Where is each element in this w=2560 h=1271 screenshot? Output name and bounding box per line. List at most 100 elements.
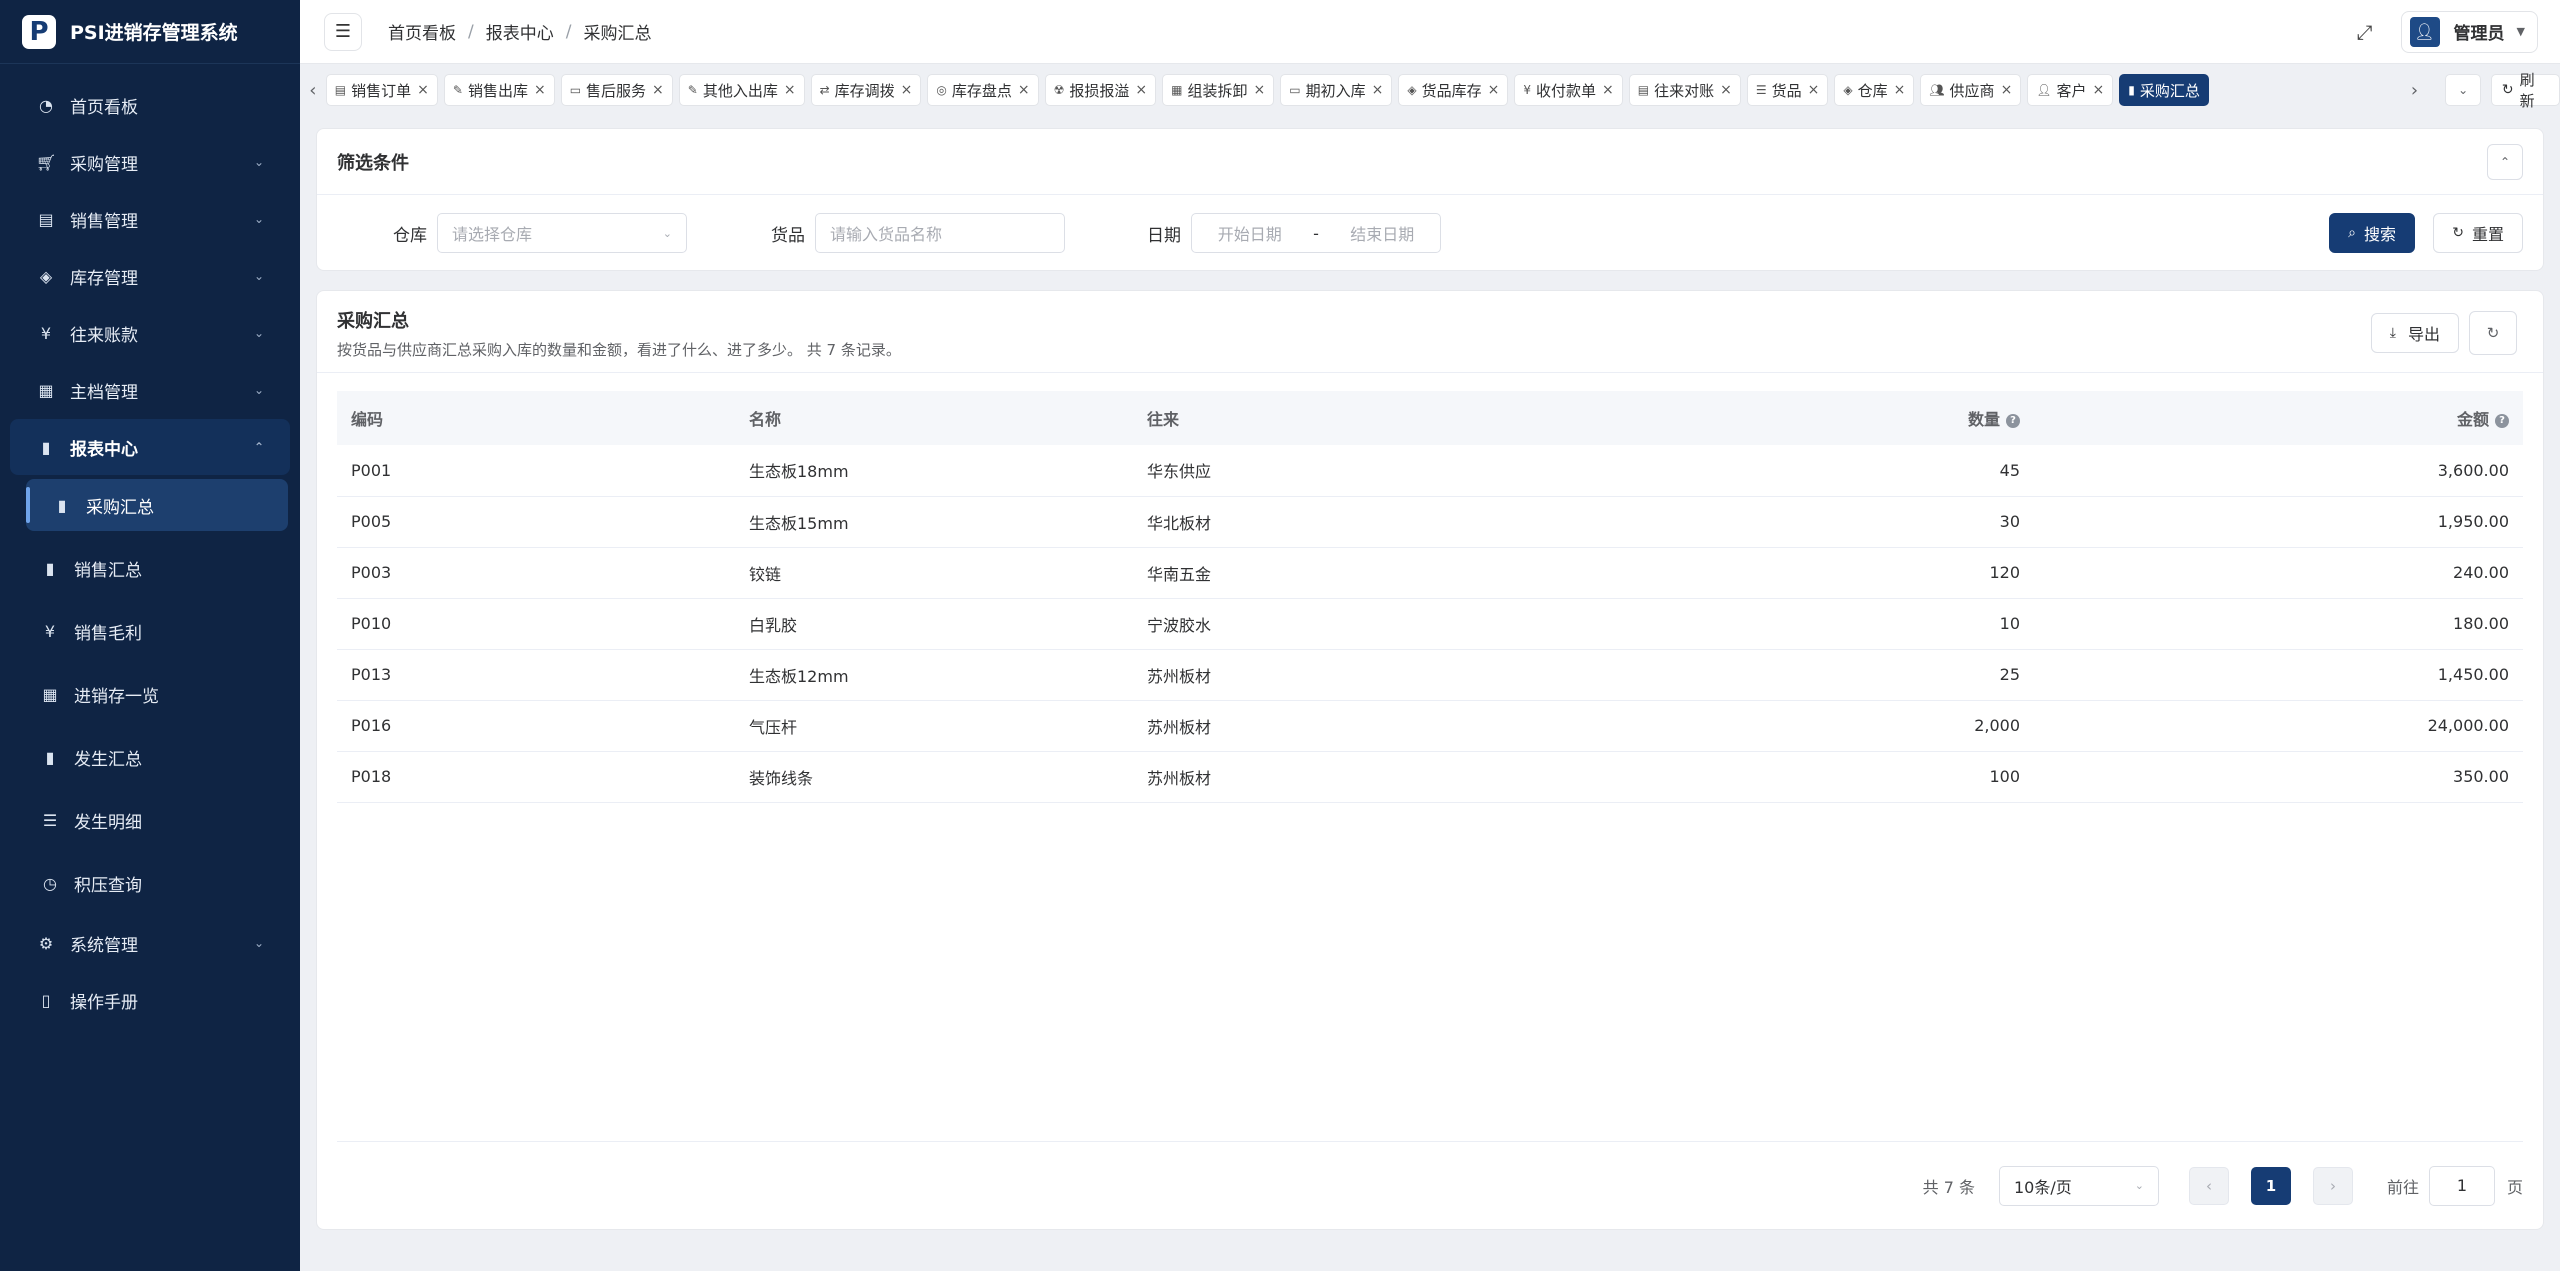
help-icon[interactable]: ? [2495,413,2509,428]
column-header-quantity[interactable]: 数量? [1531,391,2034,445]
close-icon[interactable]: × [1720,82,1732,98]
tab-8[interactable]: ▦ 组装拆卸 × [1162,74,1275,106]
cell-quantity: 120 [1989,563,2020,582]
sidebar-item-master[interactable]: ▦ 主档管理 ⌄ [10,362,290,418]
date-label: 日期 [1147,225,1181,246]
tab-16[interactable]: 👤︎ 客户 × [2027,74,2114,106]
goods-input[interactable]: 请输入货品名称 [815,213,1065,253]
sidebar-item-dashboard[interactable]: ◔ 首页看板 [10,77,290,133]
sidebar-item-manual[interactable]: ▯ 操作手册 [10,972,290,1028]
table-row[interactable]: P005 生态板15mm 华北板材 30 1,950.00 [337,496,2523,547]
fullscreen-icon[interactable]: ⤢ [2357,20,2373,44]
date-range-picker[interactable]: 开始日期 - 结束日期 [1191,213,1441,253]
tab-15[interactable]: 👥︎ 供应商 × [1920,74,2022,106]
breadcrumb-item-reports[interactable]: 报表中心 [486,19,554,44]
user-menu[interactable]: 👤︎ 管理员 ▼ [2400,10,2538,53]
close-icon[interactable]: × [1018,82,1030,98]
close-icon[interactable]: × [784,82,796,98]
table-row[interactable]: P003 铰链 华南五金 120 240.00 [337,547,2523,598]
warehouse-placeholder: 请选择仓库 [452,225,533,244]
tab-14[interactable]: ◈ 仓库 × [1834,74,1915,106]
column-header-partner[interactable]: 往来 [1133,391,1531,445]
table-row[interactable]: P013 生态板12mm 苏州板材 25 1,450.00 [337,649,2523,700]
export-button[interactable]: ⤓ 导出 [2370,313,2459,353]
close-icon[interactable]: × [1135,82,1147,98]
close-icon[interactable]: × [417,82,429,98]
tab-5[interactable]: ⇄ 库存调拨 × [810,74,922,106]
sidebar-item-inventory[interactable]: ◈ 库存管理 ⌄ [10,248,290,304]
close-icon[interactable]: × [534,82,546,98]
sidebar-item-sales[interactable]: ▤ 销售管理 ⌄ [10,191,290,247]
warehouse-select[interactable]: 请选择仓库 ⌄ [437,213,687,253]
tab-10[interactable]: ◈ 货品库存 × [1398,74,1509,106]
close-icon[interactable]: × [2093,82,2105,98]
app-logo[interactable]: P PSI进销存管理系统 [0,0,300,64]
dashboard-icon: ◔ [39,95,53,115]
tab-9[interactable]: ▭ 期初入库 × [1280,74,1393,106]
filter-collapse-button[interactable]: ⌃ [2487,143,2523,180]
tab-3[interactable]: ▭ 售后服务 × [560,74,673,106]
column-header-amount[interactable]: 金额? [2034,391,2523,445]
prev-page-button[interactable]: ‹ [2188,1166,2229,1205]
tab-2[interactable]: ✎ 销售出库 × [443,74,555,106]
tab-12[interactable]: ▤ 往来对账 × [1628,74,1741,106]
column-header-code[interactable]: 编码 [337,391,735,445]
tab-1[interactable]: ▤ 销售订单 × [325,74,438,106]
cell-code: P001 [351,460,392,480]
page-number-button[interactable]: 1 [2250,1166,2291,1205]
close-icon[interactable]: × [901,82,913,98]
clock-icon: ◷ [43,873,57,893]
bar-chart-icon: ▮ [45,558,55,578]
tabs-next-button[interactable]: › [2402,74,2428,106]
table-row[interactable]: P001 生态板18mm 华东供应 45 3,600.00 [337,445,2523,496]
next-page-button[interactable]: › [2312,1166,2353,1205]
close-icon[interactable]: × [2001,82,2013,98]
tab-label: 销售出库 [467,81,528,100]
table-row[interactable]: P010 白乳胶 宁波胶水 10 180.00 [337,598,2523,649]
page-size-select[interactable]: 10条/页 ⌄ [1998,1165,2159,1206]
cell-amount: 24,000.00 [2427,716,2509,735]
close-icon[interactable]: × [1602,82,1614,98]
tab-4[interactable]: ✎ 其他入出库 × [678,74,805,106]
sidebar-item-accounts[interactable]: ¥ 往来账款 ⌄ [10,305,290,361]
close-icon[interactable]: × [652,82,664,98]
sidebar-item-purchase[interactable]: 🛒︎ 采购管理 ⌄ [10,134,290,190]
sidebar-item-reports[interactable]: ▮ 报表中心 ⌃ [10,419,290,475]
tab-17[interactable]: ▮ 采购汇总 [2119,74,2209,106]
tab-11[interactable]: ¥ 收付款单 × [1514,74,1623,106]
sidebar-item-stock-overview[interactable]: ▦ 进销存一览 [10,663,290,725]
sidebar-item-occurrence-detail[interactable]: ☰ 发生明细 [10,789,290,851]
tabs-refresh-button[interactable]: ↻ 刷新 [2490,71,2560,110]
tabs-prev-button[interactable]: ‹ [300,74,326,106]
tab-6[interactable]: ◎ 库存盘点 × [927,74,1039,106]
cell-name: 白乳胶 [749,615,798,635]
sidebar-item-label: 库存管理 [70,268,138,289]
sidebar-item-occurrence-summary[interactable]: ▮ 发生汇总 [10,726,290,788]
close-icon[interactable]: × [1488,82,1500,98]
close-icon[interactable]: × [1372,82,1384,98]
sidebar-toggle-button[interactable]: ☰ [324,12,362,51]
sidebar-item-backlog-query[interactable]: ◷ 积压查询 [10,852,290,914]
report-actions: ⤓ 导出 ↻ [2370,311,2517,355]
help-icon[interactable]: ? [2006,413,2020,428]
close-icon[interactable]: × [1254,82,1266,98]
sidebar-item-gross-profit[interactable]: ¥ 销售毛利 [10,600,290,662]
sidebar-item-sales-summary[interactable]: ▮ 销售汇总 [10,537,290,599]
reset-button[interactable]: ↻ 重置 [2433,213,2523,253]
close-icon[interactable]: × [1894,82,1906,98]
tab-icon: ◈ [1407,83,1417,97]
table-row[interactable]: P018 装饰线条 苏州板材 100 350.00 [337,751,2523,802]
tab-7[interactable]: ☢ 报损报溢 × [1044,74,1157,106]
sidebar-item-purchase-summary[interactable]: ▮ 采购汇总 [26,479,288,531]
sidebar-item-system[interactable]: ⚙ 系统管理 ⌄ [10,915,290,971]
table-refresh-button[interactable]: ↻ [2469,311,2517,355]
search-button[interactable]: ⌕ 搜索 [2329,213,2415,253]
tab-13[interactable]: ☰ 货品 × [1746,74,1829,106]
column-header-name[interactable]: 名称 [735,391,1133,445]
cell-partner: 苏州板材 [1147,666,1212,686]
goto-page-input[interactable]: 1 [2428,1165,2495,1206]
breadcrumb-item-home[interactable]: 首页看板 [388,19,456,44]
table-row[interactable]: P016 气压杆 苏州板材 2,000 24,000.00 [337,700,2523,751]
tabs-dropdown-button[interactable]: ⌄ [2445,74,2481,106]
close-icon[interactable]: × [1808,82,1820,98]
